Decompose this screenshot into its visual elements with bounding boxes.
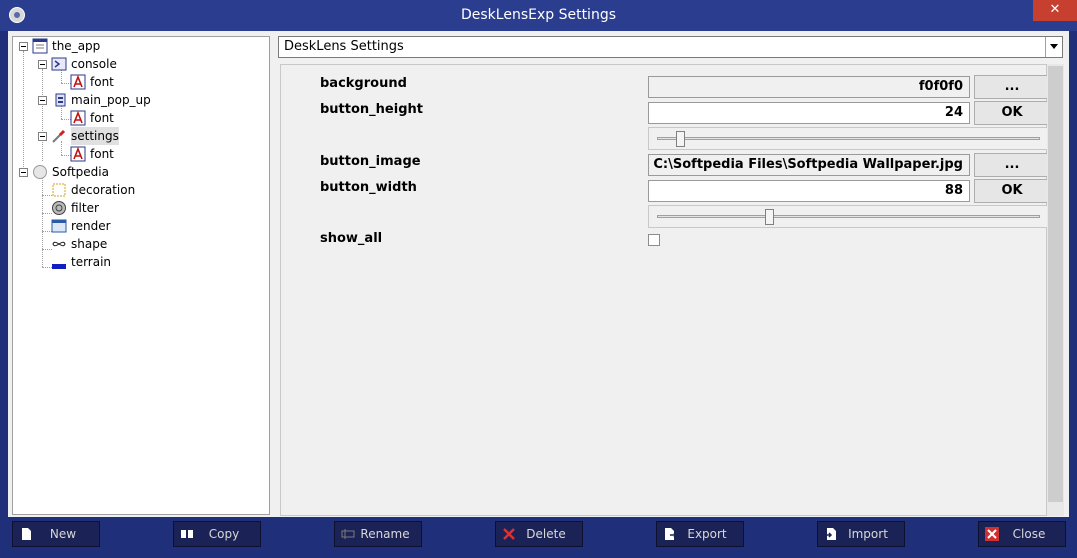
font-icon xyxy=(70,74,86,90)
font-icon xyxy=(70,110,86,126)
tree-expander[interactable] xyxy=(38,96,47,105)
tree-node-label: decoration xyxy=(71,183,136,197)
tree-line xyxy=(42,177,43,267)
button-label: Copy xyxy=(208,527,240,541)
decoration-icon xyxy=(52,183,66,197)
tree-node-label: Softpedia xyxy=(52,165,109,179)
prop-label-show-all: show_all xyxy=(320,231,383,246)
prop-label-button-width: button_width xyxy=(320,180,417,195)
tree-node-label: filter xyxy=(71,201,99,215)
close-button[interactable]: Close xyxy=(978,521,1066,547)
properties-panel: background f0f0f0 ... button_height 24 O… xyxy=(280,64,1050,516)
tree-node-label: the_app xyxy=(52,39,101,53)
window-close-button[interactable]: ✕ xyxy=(1033,0,1077,21)
title-bar: DeskLensExp Settings ✕ xyxy=(0,0,1077,31)
button-label: Rename xyxy=(360,527,410,541)
tree-node-label: terrain xyxy=(71,255,112,269)
slider-track xyxy=(657,215,1040,218)
font-icon xyxy=(70,146,86,162)
button-height-ok-button[interactable]: OK xyxy=(974,101,1050,125)
tree-node-label: font xyxy=(90,111,114,125)
button-label: Close xyxy=(1012,527,1046,541)
console-icon xyxy=(51,57,67,71)
tree-node-label: settings xyxy=(71,127,119,145)
tree-node-label: shape xyxy=(71,237,108,251)
button-label: Import xyxy=(848,527,888,541)
tree-node-label: font xyxy=(90,147,114,161)
prop-label-background: background xyxy=(320,76,407,91)
rename-button[interactable]: Rename xyxy=(334,521,422,547)
scrollbar-thumb[interactable] xyxy=(1048,66,1063,502)
filter-icon xyxy=(52,201,66,215)
copy-button[interactable]: Copy xyxy=(173,521,261,547)
tree-line xyxy=(23,51,24,177)
button-width-slider[interactable] xyxy=(648,205,1049,228)
window-title: DeskLensExp Settings xyxy=(460,7,617,23)
tree-node-label: console xyxy=(71,57,117,71)
tree-line xyxy=(42,69,43,161)
new-button[interactable]: New xyxy=(12,521,100,547)
window-icon xyxy=(32,38,48,54)
shape-icon xyxy=(52,241,66,247)
prop-label-button-image: button_image xyxy=(320,154,421,169)
slider-thumb[interactable] xyxy=(765,209,774,225)
button-width-ok-button[interactable]: OK xyxy=(974,179,1050,203)
tree-expander[interactable] xyxy=(38,60,47,69)
chevron-down-icon xyxy=(1050,44,1058,49)
background-value-field: f0f0f0 xyxy=(648,76,970,98)
settings-wrench-icon xyxy=(52,129,66,143)
combobox-dropdown-button[interactable] xyxy=(1045,37,1062,57)
button-width-input[interactable]: 88 xyxy=(648,180,970,202)
render-icon xyxy=(51,219,67,233)
tree-node-label: font xyxy=(90,75,114,89)
show-all-checkbox[interactable] xyxy=(648,234,660,246)
tree-expander[interactable] xyxy=(38,132,47,141)
background-browse-button[interactable]: ... xyxy=(974,75,1050,99)
slider-thumb[interactable] xyxy=(676,131,685,147)
button-height-input[interactable]: 24 xyxy=(648,102,970,124)
tree-node-label: main_pop_up xyxy=(71,93,151,107)
tree-node-label: render xyxy=(71,219,111,233)
slider-track xyxy=(657,137,1040,140)
delete-button[interactable]: Delete xyxy=(495,521,583,547)
button-label: Delete xyxy=(526,527,566,541)
settings-combobox[interactable]: DeskLens Settings xyxy=(278,36,1063,58)
button-image-browse-button[interactable]: ... xyxy=(974,153,1050,177)
tree-view[interactable]: the_app console font main_pop_up font se… xyxy=(12,36,270,515)
tree-expander[interactable] xyxy=(19,42,28,51)
export-button[interactable]: Export xyxy=(656,521,744,547)
tree-expander[interactable] xyxy=(19,168,28,177)
button-label: New xyxy=(49,527,77,541)
client-area: the_app console font main_pop_up font se… xyxy=(8,31,1069,517)
button-label: Export xyxy=(687,527,727,541)
button-height-slider[interactable] xyxy=(648,127,1049,150)
circle-icon xyxy=(33,165,47,179)
terrain-icon xyxy=(52,264,66,269)
prop-label-button-height: button_height xyxy=(320,102,423,117)
button-image-value-field: C:\Softpedia Files\Softpedia Wallpaper.j… xyxy=(648,154,970,176)
combobox-value: DeskLens Settings xyxy=(284,39,404,54)
popup-icon xyxy=(55,93,66,107)
import-button[interactable]: Import xyxy=(817,521,905,547)
properties-scrollbar[interactable] xyxy=(1047,64,1064,516)
